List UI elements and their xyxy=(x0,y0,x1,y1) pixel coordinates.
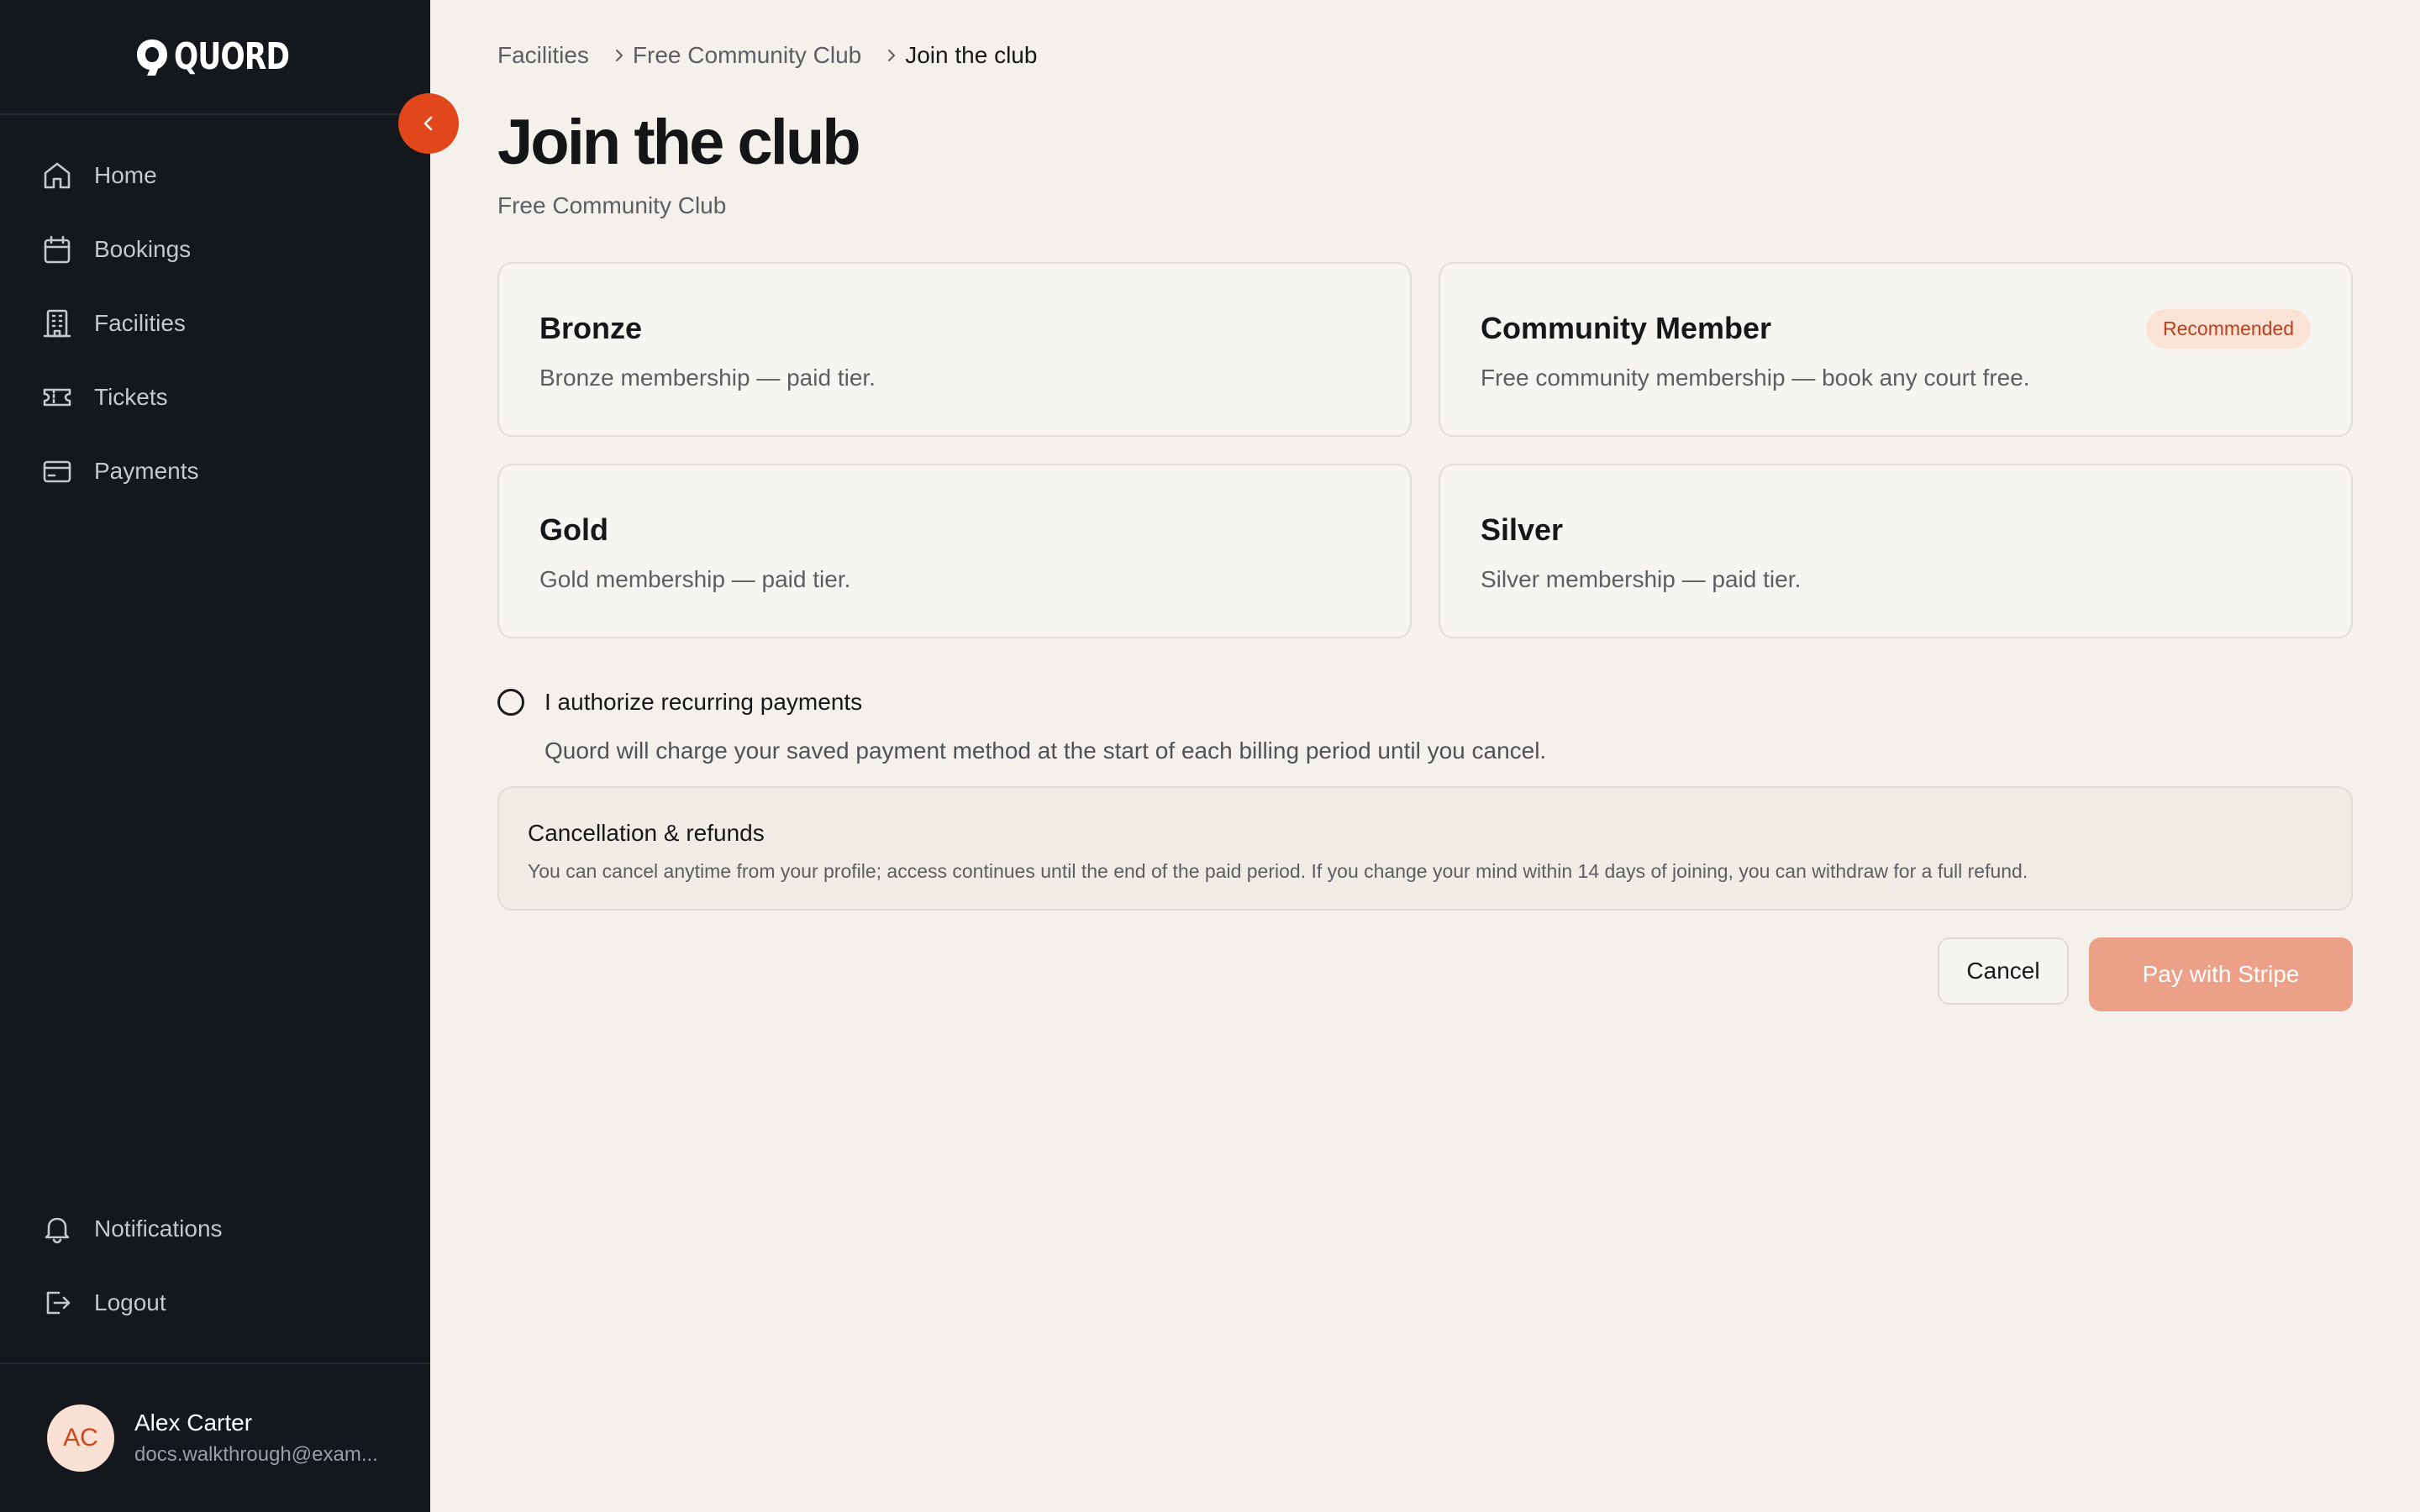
refund-policy-box: Cancellation & refunds You can cancel an… xyxy=(497,786,2353,911)
brand-logo[interactable]: QUORD xyxy=(135,35,295,78)
sidebar-item-label: Facilities xyxy=(94,310,186,336)
authorize-radio[interactable] xyxy=(497,689,524,716)
authorize-row[interactable]: I authorize recurring payments xyxy=(497,689,2353,716)
tier-card-bronze[interactable]: Bronze Bronze membership — paid tier. xyxy=(497,262,1412,437)
home-icon xyxy=(40,159,74,192)
tier-description: Bronze membership — paid tier. xyxy=(539,365,876,391)
authorize-label[interactable]: I authorize recurring payments xyxy=(544,689,862,716)
sidebar-item-label: Payments xyxy=(94,458,199,484)
sidebar-item-label: Tickets xyxy=(94,384,168,410)
refund-title: Cancellation & refunds xyxy=(528,820,765,846)
user-profile[interactable]: AC Alex Carter docs.walkthrough@exam... xyxy=(0,1362,430,1512)
tier-name: Gold xyxy=(539,512,608,547)
credit-card-icon xyxy=(40,454,74,488)
refund-text: You can cancel anytime from your profile… xyxy=(528,860,2028,882)
calendar-icon xyxy=(40,233,74,266)
tier-grid: Bronze Bronze membership — paid tier. Co… xyxy=(497,262,2353,638)
secondary-nav: Notifications Logout xyxy=(0,1192,430,1340)
user-info: Alex Carter docs.walkthrough@exam... xyxy=(134,1410,378,1467)
brand-name: QUORD xyxy=(174,35,290,78)
chevron-right-icon xyxy=(611,47,628,64)
chevron-right-icon xyxy=(883,47,900,64)
breadcrumb-current: Join the club xyxy=(905,42,1038,68)
page-title: Join the club xyxy=(497,107,861,178)
sidebar-item-tickets[interactable]: Tickets xyxy=(0,360,430,434)
bell-icon xyxy=(40,1212,74,1246)
pay-with-stripe-button[interactable]: Pay with Stripe xyxy=(2089,937,2353,1011)
collapse-sidebar-button[interactable] xyxy=(398,93,459,154)
sidebar-item-label: Logout xyxy=(94,1289,166,1315)
sidebar: QUORD Home Bookings Facilities Tickets P… xyxy=(0,0,430,1512)
quord-logo-icon xyxy=(137,39,168,76)
logo-area: QUORD xyxy=(0,0,430,115)
recommended-badge: Recommended xyxy=(2146,309,2311,349)
authorize-description: Quord will charge your saved payment met… xyxy=(544,738,1547,764)
tier-name: Bronze xyxy=(539,311,643,345)
sidebar-item-label: Home xyxy=(94,162,157,188)
tier-description: Silver membership — paid tier. xyxy=(1481,566,1802,592)
ticket-icon xyxy=(40,381,74,414)
sidebar-item-label: Notifications xyxy=(94,1215,223,1242)
sidebar-item-label: Bookings xyxy=(94,236,192,262)
tier-card-silver[interactable]: Silver Silver membership — paid tier. xyxy=(1439,464,2353,638)
sidebar-item-logout[interactable]: Logout xyxy=(0,1266,430,1340)
primary-nav: Home Bookings Facilities Tickets Payment… xyxy=(0,139,430,508)
user-email: docs.walkthrough@exam... xyxy=(134,1443,378,1466)
building-icon xyxy=(40,307,74,340)
tier-name: Silver xyxy=(1481,512,1564,547)
breadcrumb-facilities[interactable]: Facilities xyxy=(497,42,589,69)
sidebar-item-home[interactable]: Home xyxy=(0,139,430,213)
chevron-left-icon xyxy=(424,116,433,131)
breadcrumb: Facilities Free Community Club Join the … xyxy=(497,42,1037,69)
tier-description: Free community membership — book any cou… xyxy=(1481,365,2030,391)
user-name: Alex Carter xyxy=(134,1410,253,1436)
app-root: QUORD Home Bookings Facilities Tickets P… xyxy=(0,0,2420,1512)
sidebar-item-facilities[interactable]: Facilities xyxy=(0,286,430,360)
cancel-button[interactable]: Cancel xyxy=(1938,937,2069,1005)
tier-description: Gold membership — paid tier. xyxy=(539,566,851,592)
authorize-section: I authorize recurring payments Quord wil… xyxy=(497,689,2353,764)
avatar: AC xyxy=(47,1404,114,1472)
tier-card-gold[interactable]: Gold Gold membership — paid tier. xyxy=(497,464,1412,638)
sidebar-item-bookings[interactable]: Bookings xyxy=(0,213,430,286)
sidebar-item-notifications[interactable]: Notifications xyxy=(0,1192,430,1266)
tier-card-community-member[interactable]: Community Member Free community membersh… xyxy=(1439,262,2353,437)
sidebar-item-payments[interactable]: Payments xyxy=(0,434,430,508)
page-subtitle: Free Community Club xyxy=(497,192,727,218)
breadcrumb-club[interactable]: Free Community Club xyxy=(633,42,861,69)
logout-icon xyxy=(40,1286,74,1320)
